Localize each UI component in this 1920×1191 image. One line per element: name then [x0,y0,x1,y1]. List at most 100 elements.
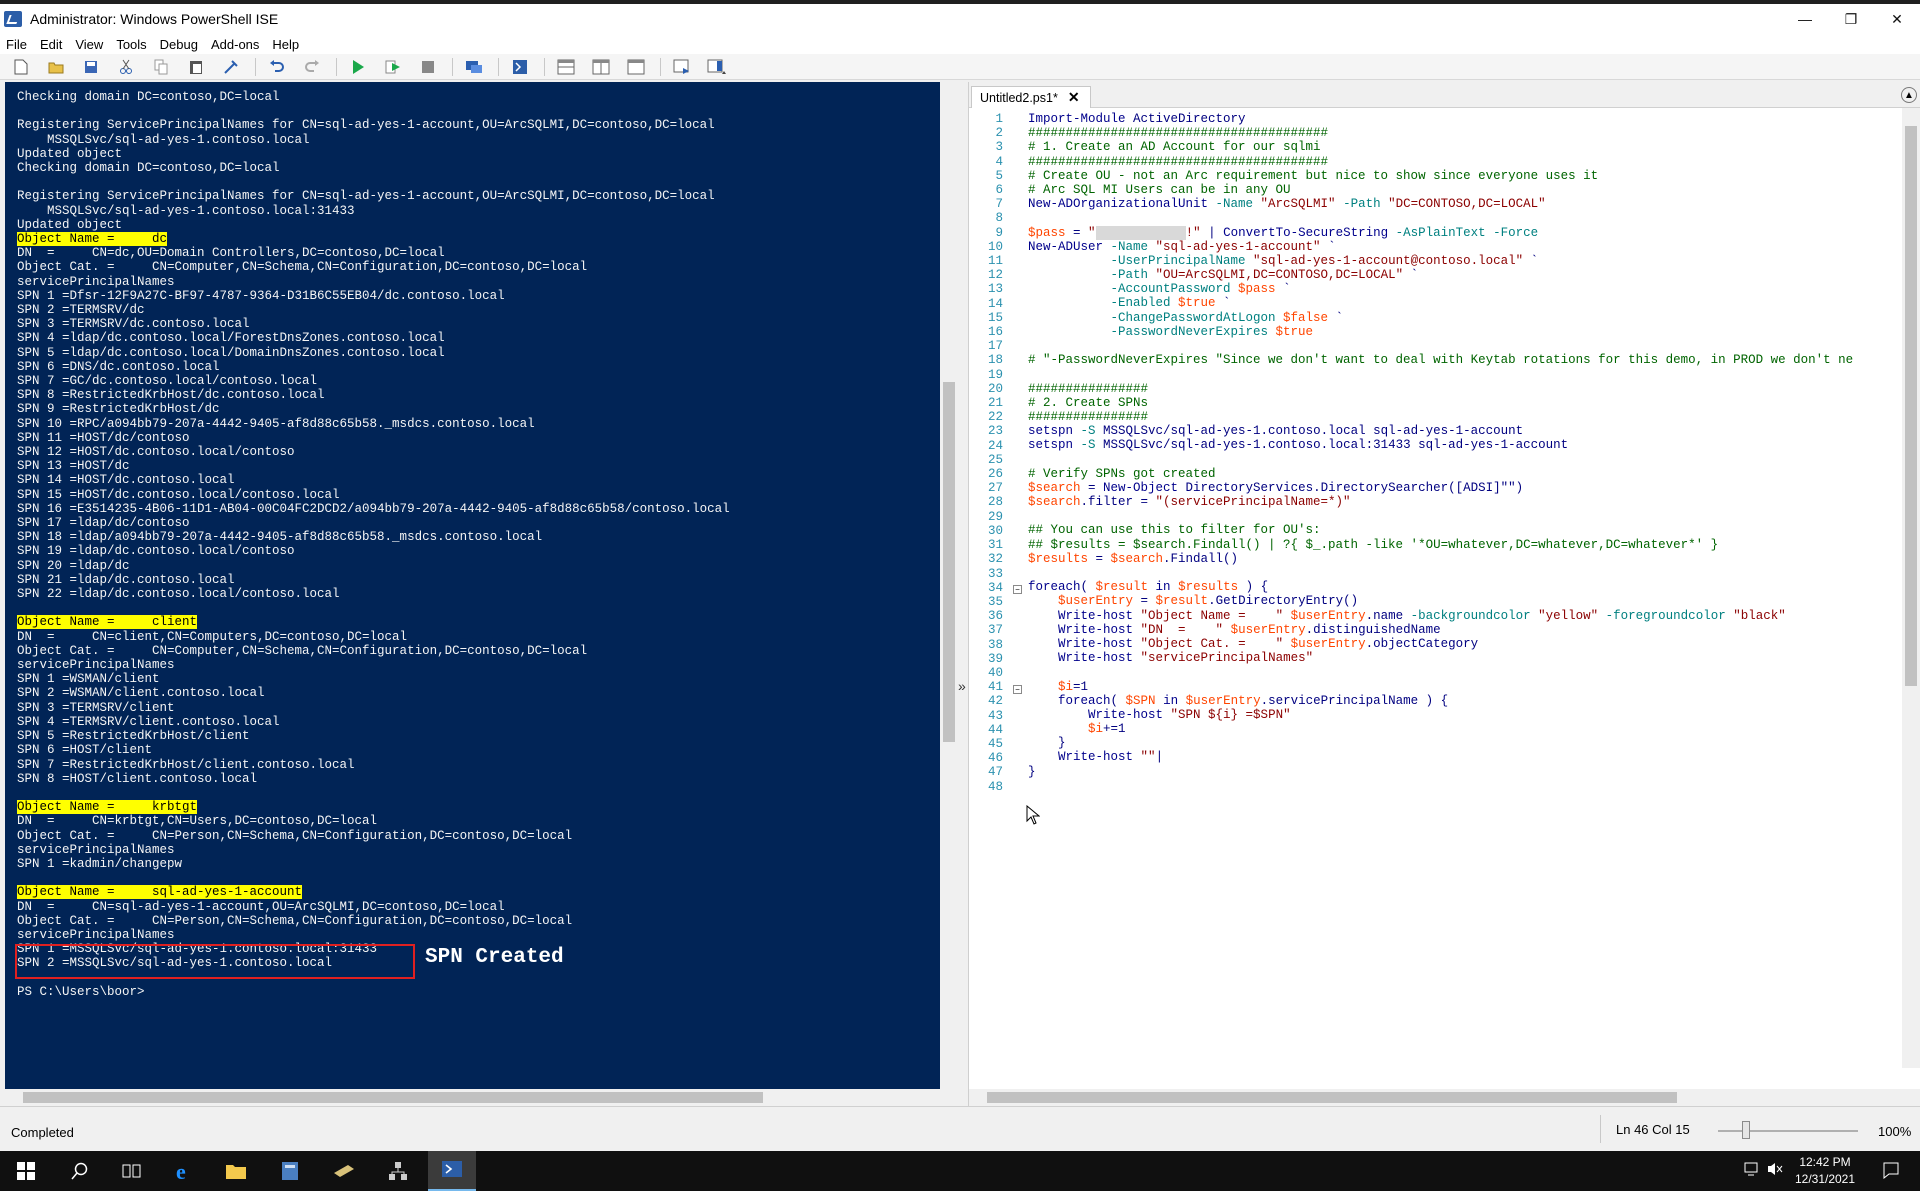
code-token: -S [1073,438,1104,453]
line-number: 37 [987,623,1003,638]
console-line: Object Cat. = CN=Person,CN=Schema,CN=Con… [17,914,730,928]
zoom-slider[interactable] [1718,1130,1858,1132]
menu-debug[interactable]: Debug [160,37,198,52]
fold-toggle-icon[interactable]: − [1013,685,1022,694]
code-line: Write-host "DN = " $userEntry.distinguis… [1028,623,1898,637]
console-line: SPN 13 =HOST/dc [17,459,730,473]
line-number: 38 [987,637,1003,652]
paste-icon[interactable] [185,56,207,78]
menu-tools[interactable]: Tools [116,37,146,52]
minimize-button[interactable]: — [1782,4,1828,34]
server-manager-icon[interactable] [266,1151,314,1191]
console-line-text: SPN 17 =ldap/dc/contoso [17,516,190,531]
pane-top-icon[interactable] [555,56,577,78]
script-pane-icon[interactable] [671,56,693,78]
task-view-icon[interactable] [108,1151,156,1191]
console-line-text: SPN 16 =E3514235-4B06-11D1-AB04-00C04FC2… [17,501,730,516]
run-icon[interactable] [347,56,369,78]
console-line: SPN 22 =ldap/dc.contoso.local/contoso.lo… [17,587,730,601]
editor-horizontal-scrollbar[interactable] [969,1089,1920,1106]
network-icon[interactable] [1744,1161,1762,1180]
system-clock[interactable]: 12:42 PM 12/31/2021 [1780,1154,1870,1188]
code-token: -Path [1335,197,1389,212]
close-button[interactable]: ✕ [1874,4,1920,34]
console-line-text: servicePrincipalNames [17,658,175,673]
collapse-pane-icon[interactable]: ▲ [1901,87,1917,103]
code-token: "black" [1733,608,1786,623]
maximize-button[interactable]: ❐ [1828,4,1874,34]
menu-file[interactable]: File [6,37,27,52]
stop-icon[interactable] [417,56,439,78]
powershell-ise-taskbar-icon[interactable] [428,1151,476,1191]
tools-folder-icon[interactable] [320,1151,368,1191]
code-token: ConvertTo-SecureString [1223,225,1389,240]
undo-icon[interactable] [266,56,288,78]
tab-untitled2[interactable]: Untitled2.ps1* ✕ [971,86,1091,108]
console-line: MSSQLSvc/sql-ad-yes-1.contoso.local [17,133,730,147]
file-explorer-icon[interactable] [212,1151,260,1191]
powershell-icon[interactable] [509,56,531,78]
console-line-text: PS C:\Users\boor> [17,984,145,999]
menu-add-ons[interactable]: Add-ons [211,37,259,52]
copy-icon[interactable] [150,56,172,78]
run-selection-icon[interactable] [382,56,404,78]
menu-help[interactable]: Help [272,37,299,52]
fold-toggle-icon[interactable]: − [1013,585,1022,594]
cut-icon[interactable] [115,56,137,78]
console-line: SPN 7 =GC/dc.contoso.local/contoso.local [17,374,730,388]
console-scroll-thumb[interactable] [943,382,955,742]
console-line-text: Checking domain DC=contoso,DC=local [17,161,280,175]
redo-icon[interactable] [301,56,323,78]
console-line-text: servicePrincipalNames [17,927,175,942]
toolbar-separator [336,57,337,76]
toolbar-separator [660,57,661,76]
console-vertical-scrollbar[interactable] [940,82,958,1089]
new-icon[interactable] [10,56,32,78]
command-pane-icon[interactable] [706,56,728,78]
tab-label: Untitled2.ps1* [980,90,1058,105]
code-token: # 2. Create SPNs [1028,395,1149,410]
code-token: ` [1275,282,1291,297]
code-editor[interactable]: Import-Module ActiveDirectory ###########… [1028,112,1898,793]
zoom-slider-thumb[interactable] [1741,1121,1750,1139]
clear-icon[interactable] [220,56,242,78]
editor-scroll-thumb[interactable] [1905,126,1917,686]
title-bar[interactable]: Administrator: Windows PowerShell ISE — … [0,4,1920,34]
editor-vertical-scrollbar[interactable] [1902,108,1920,1068]
pane-right-icon[interactable] [590,56,612,78]
menu-edit[interactable]: Edit [40,37,62,52]
line-number: 35 [987,594,1003,609]
code-line: ######################################## [1028,126,1898,140]
line-number: 42 [987,694,1003,709]
console-hscroll-thumb[interactable] [23,1092,763,1103]
line-number: 30 [987,523,1003,538]
notifications-icon[interactable] [1882,1161,1900,1182]
pane-splitter[interactable]: » [958,82,968,1106]
menu-view[interactable]: View [75,37,103,52]
console-line-text: DN = CN=krbtgt,CN=Users,DC=contoso,DC=lo… [17,814,378,829]
script-editor-pane[interactable]: Untitled2.ps1* ✕ ▲ 1 2 3 4 5 6 7 8 9 10 11 12 13 14 15… [968,82,1920,1106]
save-icon[interactable] [80,56,102,78]
code-token: $search [1110,551,1164,566]
search-icon[interactable] [56,1151,104,1191]
line-number: 7 [995,197,1003,212]
line-number: 11 [987,254,1003,269]
code-token: !" [1185,225,1201,240]
code-token: .filter = [1080,495,1156,510]
internet-explorer-icon[interactable]: e [160,1151,208,1191]
tab-close-icon[interactable]: ✕ [1068,89,1080,106]
start-icon[interactable] [2,1151,50,1191]
console-horizontal-scrollbar[interactable] [5,1089,940,1106]
open-icon[interactable] [45,56,67,78]
editor-hscroll-thumb[interactable] [987,1092,1677,1103]
code-line: -PasswordNeverExpires $true [1028,325,1898,339]
pane-max-icon[interactable] [625,56,647,78]
expand-arrows-icon[interactable]: » [958,678,966,694]
console-line: Object Cat. = CN=Computer,CN=Schema,CN=C… [17,644,730,658]
network-tool-icon[interactable] [374,1151,422,1191]
console-pane[interactable]: Checking domain DC=contoso,DC=local Regis… [5,82,940,1089]
remote-icon[interactable] [463,56,485,78]
